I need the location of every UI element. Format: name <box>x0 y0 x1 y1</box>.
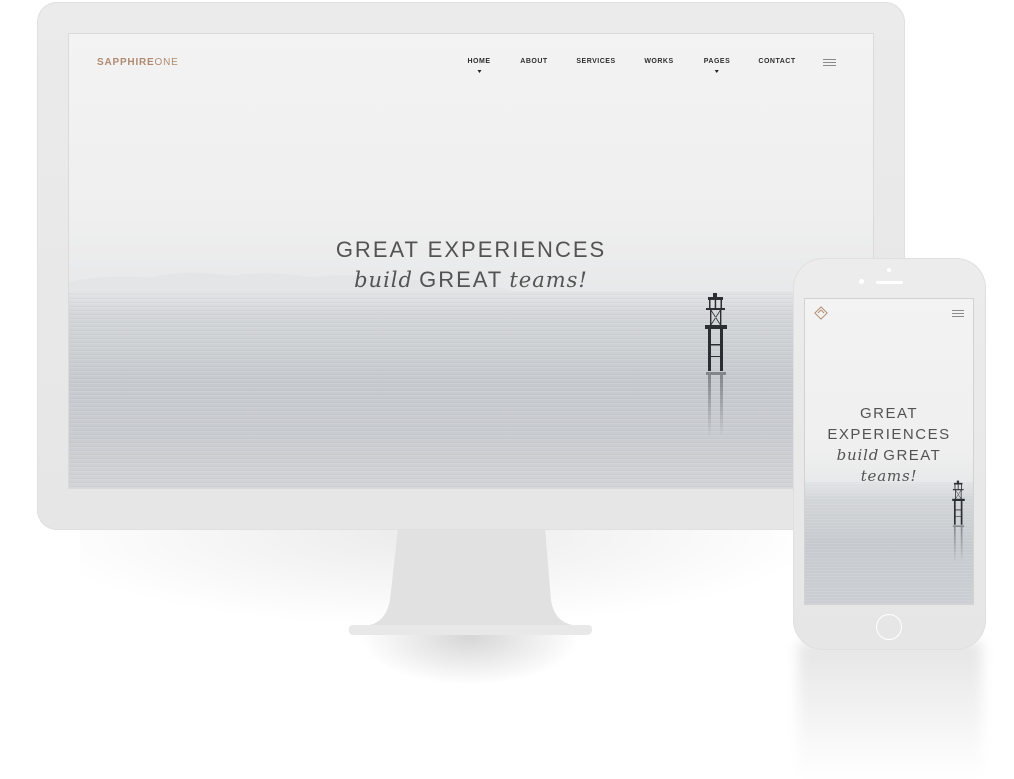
sea-tower-image <box>952 480 965 563</box>
desktop-screen: SAPPHIREONE HOME ABOUT SERVICES WORKS PA… <box>68 33 874 489</box>
nav-item-label: CONTACT <box>758 58 796 65</box>
hero-title: GREAT EXPERIENCES <box>335 237 607 262</box>
hamburger-icon <box>823 59 836 66</box>
nav-item-about[interactable]: ABOUT <box>520 58 547 66</box>
phone-shadow <box>798 642 982 779</box>
caret-down-icon <box>715 70 719 73</box>
mobile-hero-line: EXPERIENCES <box>827 426 951 443</box>
nav-item-label: ABOUT <box>520 58 548 65</box>
monitor-stand <box>348 528 593 635</box>
nav-item-label: PAGES <box>703 58 731 65</box>
sea-tower-image <box>705 293 727 437</box>
mobile-hero-line: build GREAT <box>805 445 973 466</box>
nav-item-label: HOME <box>467 58 491 65</box>
nav-item-contact[interactable]: CONTACT <box>758 58 795 66</box>
mobile-hero-heading: GREAT EXPERIENCES build GREAT teams! <box>805 403 973 487</box>
phone-home-button[interactable] <box>876 614 902 640</box>
phone-speaker <box>876 281 903 284</box>
menu-button[interactable] <box>823 59 836 66</box>
tower-reflection <box>952 525 965 563</box>
mobile-phone: GREAT EXPERIENCES build GREAT teams! <box>793 258 986 650</box>
nav-item-services[interactable]: SERVICES <box>576 58 615 66</box>
nav-item-label: WORKS <box>644 58 674 65</box>
diamond-logo-shape <box>814 306 828 320</box>
hamburger-icon <box>952 310 964 317</box>
phone-camera <box>859 279 864 284</box>
hero-word-italic: build <box>354 268 413 292</box>
nav-item-pages[interactable]: PAGES <box>704 58 731 73</box>
mobile-hero-line: teams! <box>860 467 918 485</box>
nav-item-works[interactable]: WORKS <box>644 58 673 66</box>
mobile-hero-line: GREAT <box>859 405 919 422</box>
sea-background <box>805 482 973 604</box>
mobile-menu-button[interactable] <box>952 310 964 317</box>
caret-down-icon <box>477 70 481 73</box>
hero-word-italic: build <box>836 446 880 464</box>
tower-reflection <box>706 372 726 437</box>
logo-secondary: ONE <box>154 57 179 68</box>
tower-structure <box>952 480 965 525</box>
site-logo[interactable]: SAPPHIREONE <box>97 57 179 69</box>
stand-neck <box>370 528 572 625</box>
nav-item-label: SERVICES <box>576 58 616 65</box>
phone-sensor-dot <box>887 268 891 272</box>
mobile-screen: GREAT EXPERIENCES build GREAT teams! <box>804 298 974 605</box>
logo-primary: SAPPHIRE <box>97 57 155 68</box>
sea-background <box>69 291 873 488</box>
hero-subtitle: build GREAT teams! <box>69 265 873 295</box>
hero-word-italic: teams! <box>509 268 588 292</box>
diamond-logo-icon[interactable] <box>814 306 828 320</box>
desktop-monitor: SAPPHIREONE HOME ABOUT SERVICES WORKS PA… <box>37 2 905 530</box>
stand-base <box>348 625 593 635</box>
hero-word-caps: GREAT <box>883 447 942 464</box>
hero-word-caps: GREAT <box>419 267 504 292</box>
nav-item-home[interactable]: HOME <box>468 58 491 73</box>
tower-structure <box>705 293 727 371</box>
hero-heading: GREAT EXPERIENCES build GREAT teams! <box>69 235 873 295</box>
